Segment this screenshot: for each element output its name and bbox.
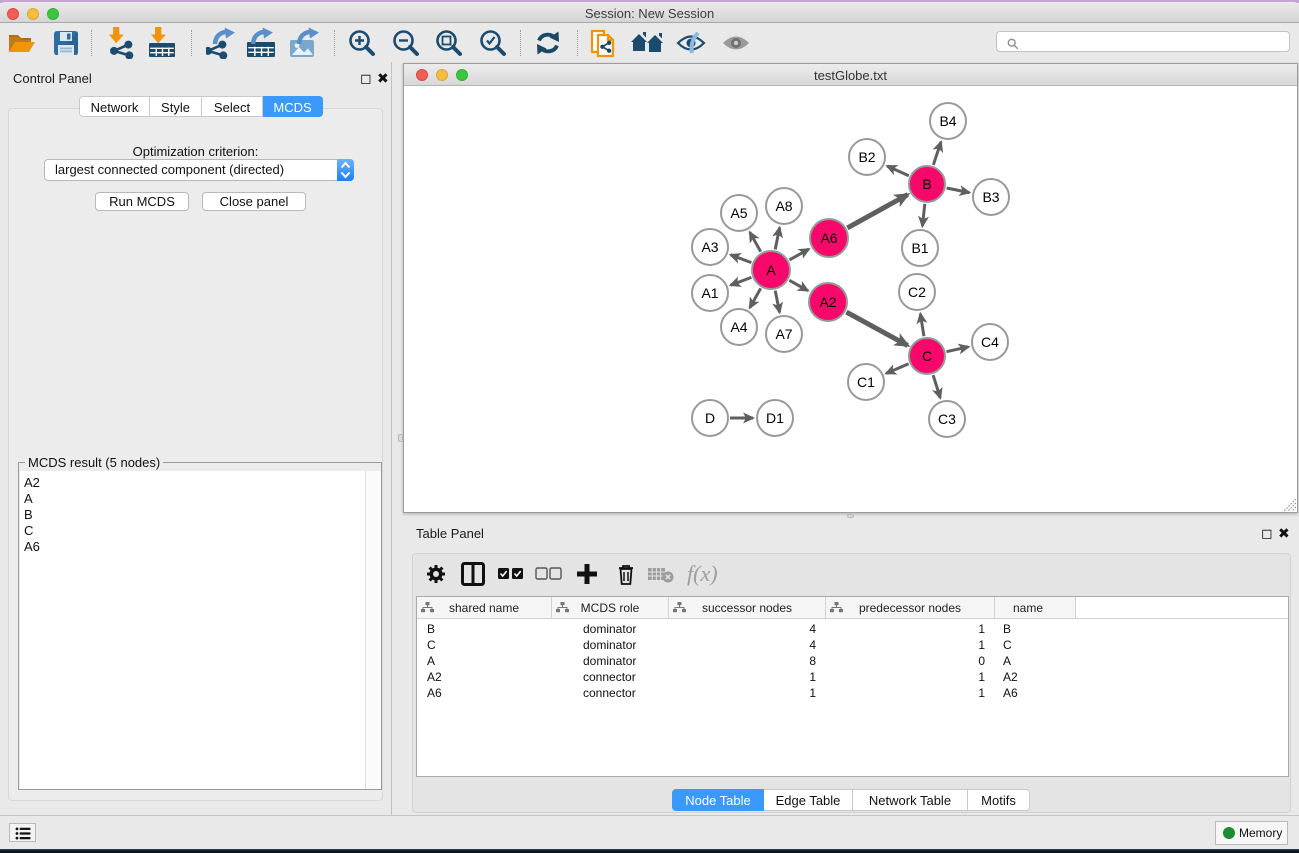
svg-text:C4: C4 [981,334,999,350]
svg-text:B: B [922,176,931,192]
svg-text:B1: B1 [911,240,928,256]
svg-text:C: C [922,348,932,364]
svg-text:A8: A8 [775,198,792,214]
svg-text:A1: A1 [701,285,718,301]
svg-text:A6: A6 [820,230,837,246]
svg-text:C1: C1 [857,374,875,390]
svg-text:B3: B3 [982,189,999,205]
svg-text:A2: A2 [819,294,836,310]
svg-text:C2: C2 [908,284,926,300]
svg-text:A5: A5 [730,205,747,221]
svg-text:A: A [766,262,776,278]
svg-text:D: D [705,410,715,426]
svg-text:A3: A3 [701,239,718,255]
svg-text:A4: A4 [730,319,747,335]
svg-text:B2: B2 [858,149,875,165]
svg-text:D1: D1 [766,410,784,426]
svg-text:B4: B4 [939,113,956,129]
svg-text:A7: A7 [775,326,792,342]
svg-text:C3: C3 [938,411,956,427]
